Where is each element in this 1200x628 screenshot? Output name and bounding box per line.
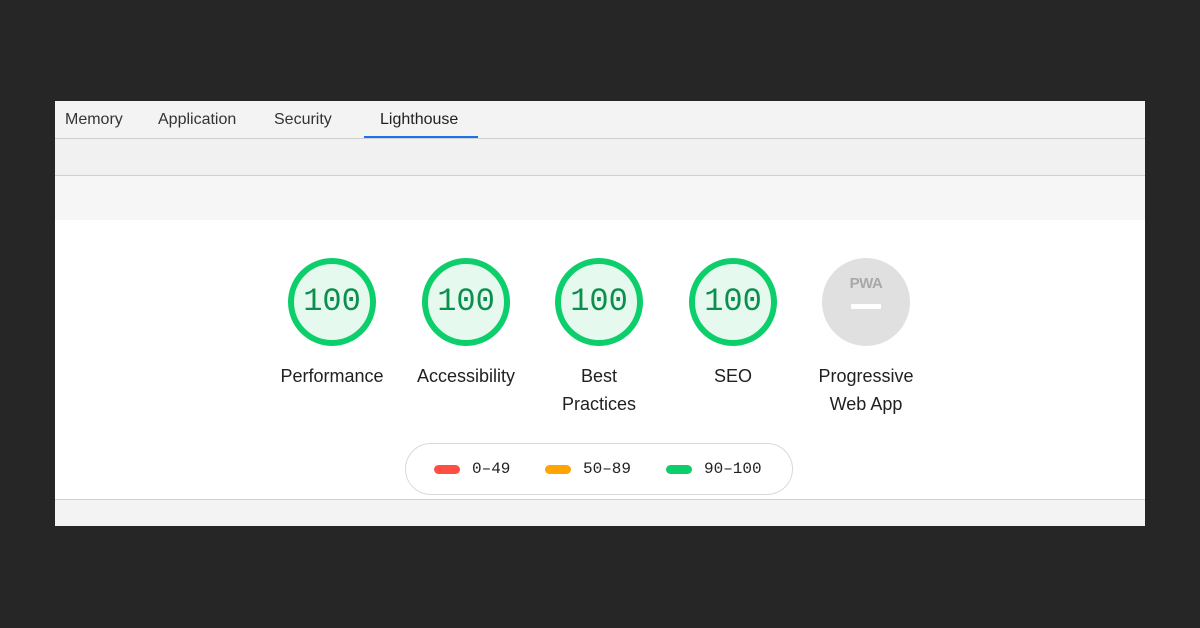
gauge-seo[interactable]: 100 xyxy=(689,258,777,346)
gauge-label-line: Accessibility xyxy=(416,366,516,386)
pass-range-swatch xyxy=(666,465,692,474)
tab-memory[interactable]: Memory xyxy=(65,101,123,138)
dash-icon xyxy=(851,304,881,309)
tab-application[interactable]: Application xyxy=(158,101,236,138)
devtools-tab-bar: Memory Application Security Lighthouse xyxy=(55,101,1145,139)
gauge-label-line: Practices xyxy=(561,394,637,414)
gauge-label-seo: SEO xyxy=(668,362,798,390)
average-range-label: 50–89 xyxy=(583,460,632,478)
gauge-label-best-practices: Best Practices xyxy=(534,362,664,418)
gauge-best-practices[interactable]: 100 xyxy=(555,258,643,346)
gauge-performance[interactable]: 100 xyxy=(288,258,376,346)
gauge-label-line: Progressive xyxy=(818,366,914,386)
pass-range-label: 90–100 xyxy=(704,460,762,478)
gauge-label-performance: Performance xyxy=(267,362,397,390)
gauge-score: 100 xyxy=(704,283,762,320)
active-tab-indicator xyxy=(364,136,478,138)
gauge-label-line: Web App xyxy=(829,394,903,414)
footer-bar xyxy=(55,500,1145,526)
gauge-score: 100 xyxy=(570,283,628,320)
gauge-label-line: Best xyxy=(580,366,618,386)
devtools-panel: Memory Application Security Lighthouse 1… xyxy=(55,101,1145,526)
gauge-score: 100 xyxy=(303,283,361,320)
gauge-label-accessibility: Accessibility xyxy=(401,362,531,390)
gauge-accessibility[interactable]: 100 xyxy=(422,258,510,346)
average-range-swatch xyxy=(545,465,571,474)
pwa-logo-icon: PWA xyxy=(849,275,883,292)
fail-range-swatch xyxy=(434,465,460,474)
gauge-label-pwa: Progressive Web App xyxy=(801,362,931,418)
gauge-score: 100 xyxy=(437,283,495,320)
gauge-pwa[interactable]: PWA xyxy=(822,258,910,346)
tab-lighthouse[interactable]: Lighthouse xyxy=(380,101,458,138)
gauge-label-line: Performance xyxy=(280,366,384,386)
tab-security[interactable]: Security xyxy=(274,101,332,138)
gauge-label-line: SEO xyxy=(713,366,752,386)
report-url-bar xyxy=(55,176,1145,220)
lighthouse-toolbar xyxy=(55,139,1145,176)
fail-range-label: 0–49 xyxy=(472,460,511,478)
score-scale-legend: 0–49 50–89 90–100 xyxy=(405,443,793,495)
